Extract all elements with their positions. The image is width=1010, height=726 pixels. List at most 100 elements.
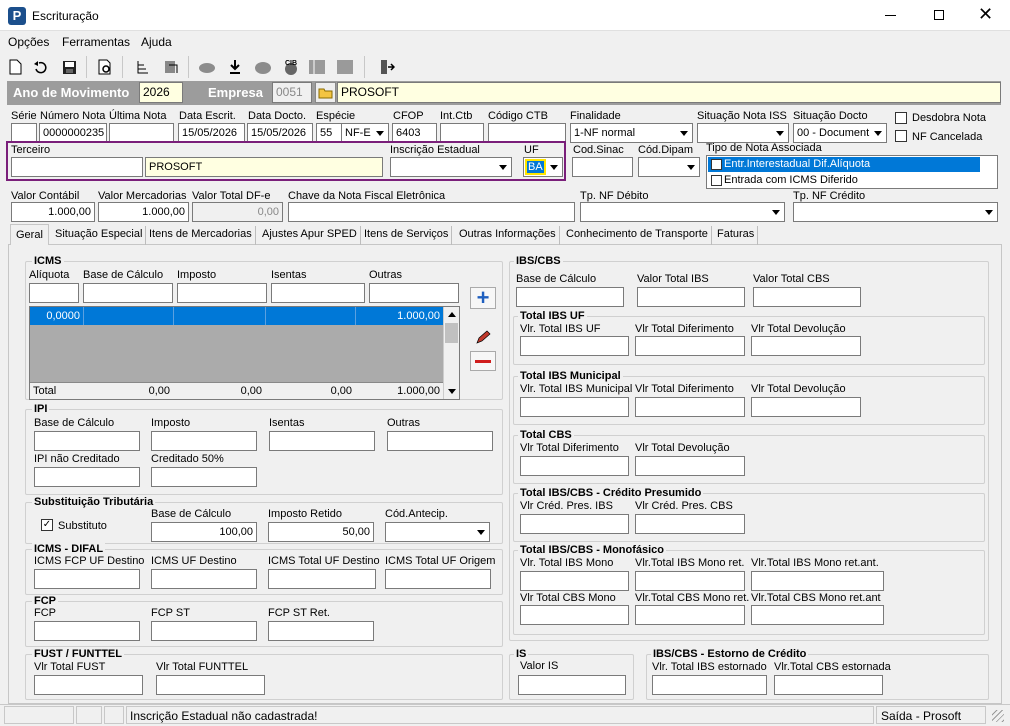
st-base-input[interactable]: 100,00: [151, 522, 257, 542]
icms-base-input[interactable]: [83, 283, 173, 303]
fcp-st-input[interactable]: [151, 621, 257, 641]
add-button[interactable]: +: [470, 287, 496, 309]
open-folder-icon[interactable]: [315, 82, 336, 103]
menu-opcoes[interactable]: Opções: [8, 35, 49, 49]
cbs-dif-input[interactable]: [520, 456, 629, 476]
mono-ibs-ret-ant-input[interactable]: [751, 571, 884, 591]
mono-ibs-ret-input[interactable]: [635, 571, 745, 591]
tab-situacao-especial[interactable]: Situação Especial: [52, 226, 147, 245]
cloud-down-icon[interactable]: [254, 58, 272, 76]
tools-icon[interactable]: [162, 58, 180, 76]
icms-outras-input[interactable]: [369, 283, 459, 303]
tab-geral[interactable]: Geral: [10, 224, 49, 245]
remove-button[interactable]: [470, 351, 496, 371]
scroll-thumb[interactable]: [445, 323, 458, 343]
data-docto-field[interactable]: 15/05/2026: [247, 123, 313, 143]
maximize-icon[interactable]: [934, 10, 944, 20]
table-row[interactable]: 0,0000 1.000,00: [30, 307, 443, 325]
scroll-down-icon[interactable]: [448, 389, 456, 394]
tipo-option-1-checkbox[interactable]: [711, 159, 722, 170]
tipo-option-2[interactable]: Entrada com ICMS Diferido: [708, 173, 980, 188]
terceiro-name-field[interactable]: PROSOFT: [145, 157, 383, 177]
mono-cbs-ret-ant-input[interactable]: [751, 605, 884, 625]
square-icon[interactable]: [336, 58, 354, 76]
chevron-down-icon[interactable]: [547, 159, 561, 175]
ibsuf-dif-input[interactable]: [635, 336, 745, 356]
edit-icon[interactable]: [470, 327, 496, 347]
chevron-down-icon[interactable]: [496, 159, 510, 175]
fcp-st-ret-input[interactable]: [268, 621, 374, 641]
tab-outras-informacoes[interactable]: Outras Informações: [456, 226, 560, 245]
chevron-down-icon[interactable]: [677, 125, 691, 141]
icms-imposto-input[interactable]: [177, 283, 267, 303]
menu-ajuda[interactable]: Ajuda: [141, 35, 172, 49]
icms-scrollbar[interactable]: [443, 307, 459, 399]
estorno-ibs-input[interactable]: [652, 675, 767, 695]
mono-cbs-input[interactable]: [520, 605, 629, 625]
chave-field[interactable]: [288, 202, 575, 222]
import-icon[interactable]: [226, 58, 244, 76]
ibs-base-input[interactable]: [516, 287, 624, 307]
especie-select[interactable]: NF-E: [341, 123, 389, 143]
difal-fcp-input[interactable]: [34, 569, 140, 589]
st-imp-input[interactable]: 50,00: [268, 522, 374, 542]
ipi-creditado-input[interactable]: [151, 467, 257, 487]
tab-faturas[interactable]: Faturas: [714, 226, 759, 245]
cbs-dev-input[interactable]: [635, 456, 745, 476]
vt-field[interactable]: 0,00: [192, 202, 283, 222]
st-cod-select[interactable]: [385, 522, 490, 542]
ano-field[interactable]: 2026: [139, 82, 183, 103]
chevron-down-icon[interactable]: [684, 159, 698, 175]
chevron-down-icon[interactable]: [871, 125, 885, 141]
cbs-total-input[interactable]: [753, 287, 861, 307]
tipo-option-1[interactable]: Entr.Interestadual Dif.Alíquota: [708, 157, 980, 172]
terceiro-code-field[interactable]: [11, 157, 143, 177]
tab-itens-mercadorias[interactable]: Itens de Mercadorias: [146, 226, 256, 245]
tipo-option-2-checkbox[interactable]: [711, 175, 722, 186]
exit-icon[interactable]: [378, 58, 396, 76]
mono-ibs-input[interactable]: [520, 571, 629, 591]
ibsmun-dif-input[interactable]: [635, 397, 745, 417]
ipi-imposto-input[interactable]: [151, 431, 257, 451]
fcp-input[interactable]: [34, 621, 140, 641]
chevron-down-icon[interactable]: [773, 125, 787, 141]
chevron-down-icon[interactable]: [474, 524, 488, 540]
icms-aliquota-input[interactable]: [29, 283, 79, 303]
funttel-input[interactable]: [156, 675, 265, 695]
resize-grip-icon[interactable]: [992, 710, 1004, 722]
is-input[interactable]: [518, 675, 626, 695]
ibs-total-input[interactable]: [637, 287, 745, 307]
tpdeb-select[interactable]: [580, 202, 785, 222]
tree-icon[interactable]: [134, 58, 152, 76]
ipi-base-input[interactable]: [34, 431, 140, 451]
ipi-nao-creditado-input[interactable]: [34, 467, 140, 487]
cfop-field[interactable]: 6403: [392, 123, 437, 143]
estorno-cbs-input[interactable]: [774, 675, 883, 695]
pres-cbs-input[interactable]: [635, 514, 745, 534]
substituto-checkbox[interactable]: ✓: [41, 519, 53, 531]
difal-total-origem-input[interactable]: [385, 569, 491, 589]
tab-ajustes-sped[interactable]: Ajustes Apur SPED: [259, 226, 361, 245]
mono-cbs-ret-input[interactable]: [635, 605, 745, 625]
cloud-icon[interactable]: [198, 58, 216, 76]
ipi-outras-input[interactable]: [387, 431, 493, 451]
codctb-field[interactable]: [488, 123, 566, 143]
dipam-select[interactable]: [638, 157, 700, 177]
ultima-field[interactable]: [109, 123, 174, 143]
undo-icon[interactable]: [32, 58, 50, 76]
sit-iss-select[interactable]: [697, 123, 789, 143]
icms-isentas-input[interactable]: [271, 283, 365, 303]
new-doc-icon[interactable]: [6, 58, 24, 76]
sinac-field[interactable]: [572, 157, 633, 177]
difal-total-destino-input[interactable]: [268, 569, 376, 589]
scroll-up-icon[interactable]: [448, 312, 456, 317]
chevron-down-icon[interactable]: [373, 125, 387, 141]
empresa-name-field[interactable]: PROSOFT: [337, 82, 1001, 103]
tab-itens-servicos[interactable]: Itens de Serviços: [361, 226, 453, 245]
pres-ibs-input[interactable]: [520, 514, 629, 534]
data-escrit-field[interactable]: 15/05/2026: [178, 123, 245, 143]
serie-field[interactable]: [11, 123, 37, 143]
tab-conhecimento-transporte[interactable]: Conhecimento de Transporte: [563, 226, 712, 245]
tpcred-select[interactable]: [793, 202, 998, 222]
finalidade-select[interactable]: 1-NF normal: [570, 123, 693, 143]
